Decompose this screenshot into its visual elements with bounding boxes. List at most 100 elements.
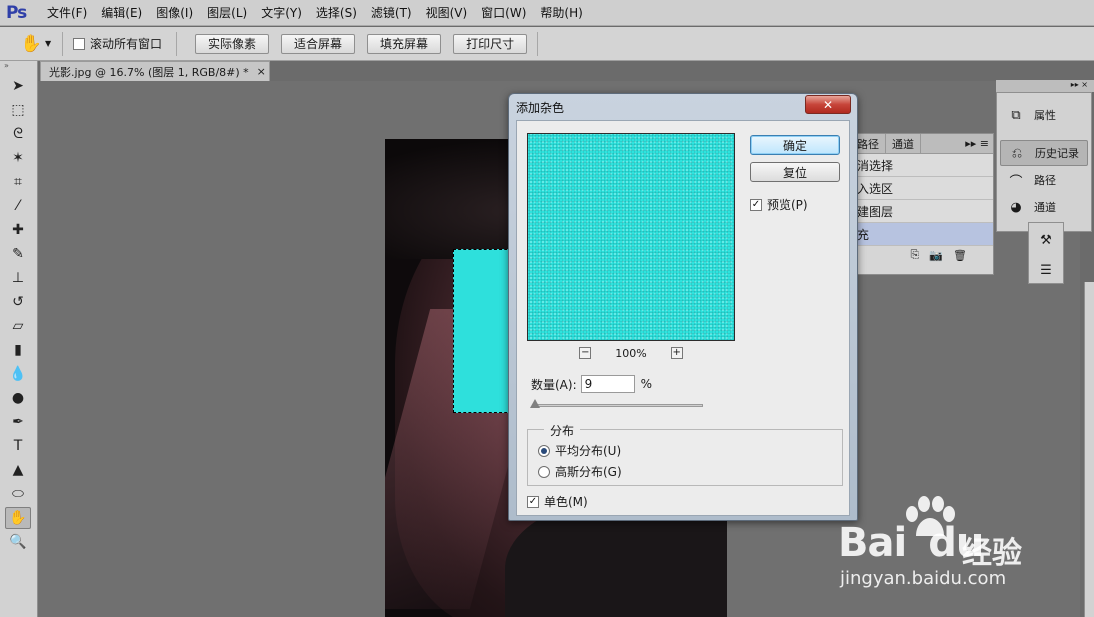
ellipse-tool-icon[interactable]: ⬭ [5, 483, 31, 505]
eyedropper-tool-icon[interactable]: ⁄ [5, 195, 31, 217]
history-row[interactable]: 建图层 [851, 200, 993, 223]
scroll-all-windows-label: 滚动所有窗口 [90, 37, 163, 51]
zoom-out-button[interactable]: − [579, 347, 592, 359]
crop-tool-icon[interactable]: ⌗ [5, 171, 31, 193]
history-row[interactable]: 消选择 [851, 154, 993, 177]
brush-tool-icon[interactable]: ✎ [5, 243, 31, 265]
trash-icon[interactable]: 🗑 [953, 249, 967, 262]
watermark-url: jingyan.baidu.com [840, 568, 1007, 589]
menu-bar: Ps 文件(F) 编辑(E) 图像(I) 图层(L) 文字(Y) 选择(S) 滤… [0, 0, 1094, 26]
blur-tool-icon[interactable]: 💧 [5, 363, 31, 385]
preview-checkbox[interactable]: ✓ 预览(P) [750, 196, 808, 213]
document-tab[interactable]: 光影.jpg @ 16.7% (图层 1, RGB/8#) * × [40, 61, 270, 81]
path-icon: ⌒ [1009, 174, 1023, 190]
amount-slider-track[interactable] [533, 404, 703, 407]
uniform-radio[interactable]: 平均分布(U) [538, 442, 621, 459]
right-dock: ⧉ 属性 ⎌ 历史记录 ⌒ 路径 ◕ 通道 [996, 92, 1092, 232]
history-row[interactable]: 入选区 [851, 177, 993, 200]
menu-image[interactable]: 图像(I) [149, 4, 200, 21]
history-icon: ⎌ [1011, 145, 1023, 161]
gaussian-label: 高斯分布(G) [555, 465, 622, 479]
hand-tool-icon[interactable]: ✋ [5, 507, 31, 529]
history-row-selected[interactable]: 充 [851, 223, 993, 246]
menu-file[interactable]: 文件(F) [40, 4, 94, 21]
document-title: 光影.jpg @ 16.7% (图层 1, RGB/8#) * [49, 65, 249, 79]
dock-item-label: 属性 [1034, 109, 1056, 122]
dock-item-label: 通道 [1034, 201, 1056, 214]
watermark-cn: 经验 [962, 536, 1022, 571]
marquee-tool-icon[interactable]: ⬚ [5, 99, 31, 121]
reset-button[interactable]: 复位 [750, 162, 840, 182]
menu-type[interactable]: 文字(Y) [254, 4, 309, 21]
print-size-button[interactable]: 打印尺寸 [453, 33, 528, 54]
checkbox-box[interactable] [73, 37, 85, 50]
uniform-label: 平均分布(U) [555, 444, 622, 458]
move-tool-icon[interactable]: ➤ [5, 75, 31, 97]
healing-brush-tool-icon[interactable]: ✚ [5, 219, 31, 241]
history-panel-footer: ⎘ 📷 🗑 [851, 246, 993, 264]
new-document-icon[interactable]: ⎘ [911, 248, 920, 262]
distribution-label: 分布 [544, 422, 581, 439]
dock-item-properties[interactable]: ⧉ 属性 [1000, 102, 1088, 128]
dock-item-label: 历史记录 [1035, 147, 1079, 160]
radio-circle[interactable] [538, 465, 550, 478]
zoom-level: 100% [615, 346, 647, 360]
lasso-tool-icon[interactable]: ᘓ [5, 123, 31, 145]
menu-window[interactable]: 窗口(W) [474, 4, 533, 21]
channels-icon: ◕ [1010, 199, 1022, 215]
menu-view[interactable]: 视图(V) [419, 4, 475, 21]
clone-stamp-tool-icon[interactable]: ⊥ [5, 267, 31, 289]
tab-channels[interactable]: 通道 [886, 133, 921, 154]
radio-circle[interactable] [538, 444, 550, 457]
adjustments-icon[interactable]: ☰ [1029, 257, 1063, 283]
history-panel-tabs: 路径 通道 ▸▸ ≡ [851, 133, 993, 154]
edge-dock [1084, 282, 1094, 617]
app-logo: Ps [6, 2, 27, 23]
amount-slider-thumb[interactable] [530, 399, 540, 408]
menu-help[interactable]: 帮助(H) [533, 4, 589, 21]
history-brush-tool-icon[interactable]: ↺ [5, 291, 31, 313]
zoom-tool-icon[interactable]: 🔍 [5, 531, 31, 553]
panel-menu-icon[interactable]: ▸▸ ≡ [965, 137, 993, 150]
menu-edit[interactable]: 编辑(E) [94, 4, 149, 21]
snapshot-camera-icon[interactable]: 📷 [929, 249, 943, 262]
type-tool-icon[interactable]: T [5, 435, 31, 457]
tools-panel: » ➤ ⬚ ᘓ ✶ ⌗ ⁄ ✚ ✎ ⊥ ↺ ▱ ▮ 💧 ● ✒ T ▲ ⬭ ✋ … [0, 61, 38, 617]
ok-button[interactable]: 确定 [750, 135, 840, 155]
fit-screen-button[interactable]: 适合屏幕 [281, 33, 356, 54]
pen-tool-icon[interactable]: ✒ [5, 411, 31, 433]
dock-item-history[interactable]: ⎌ 历史记录 [1000, 140, 1088, 166]
dock-collapse-icon[interactable]: ▸▸ × [996, 80, 1094, 92]
menu-select[interactable]: 选择(S) [309, 4, 364, 21]
tool-presets-icon[interactable]: ⚒ [1029, 227, 1063, 253]
radio-selected-dot [541, 447, 547, 454]
dodge-tool-icon[interactable]: ● [5, 387, 31, 409]
gradient-tool-icon[interactable]: ▮ [5, 339, 31, 361]
baidu-jingyan-watermark: Bai du 经验 jingyan.baidu.com [838, 492, 1038, 592]
amount-row: 数量(A): 9 % [531, 375, 652, 393]
gaussian-radio[interactable]: 高斯分布(G) [538, 463, 622, 480]
zoom-in-button[interactable]: + [670, 347, 683, 359]
monochromatic-checkbox[interactable]: ✓ 单色(M) [527, 493, 588, 510]
options-bar: ✋ ▼ 滚动所有窗口 实际像素 适合屏幕 填充屏幕 打印尺寸 [0, 27, 1094, 61]
noise-preview[interactable] [527, 133, 735, 341]
magic-wand-tool-icon[interactable]: ✶ [5, 147, 31, 169]
eraser-tool-icon[interactable]: ▱ [5, 315, 31, 337]
menu-filter[interactable]: 滤镜(T) [364, 4, 419, 21]
path-selection-tool-icon[interactable]: ▲ [5, 459, 31, 481]
dock-item-paths[interactable]: ⌒ 路径 [1000, 167, 1088, 193]
checkbox-box[interactable]: ✓ [750, 198, 762, 211]
amount-input[interactable]: 9 [580, 375, 635, 393]
dialog-title: 添加杂色 [516, 101, 565, 115]
fill-screen-button[interactable]: 填充屏幕 [367, 33, 442, 54]
actual-pixels-button[interactable]: 实际像素 [195, 33, 270, 54]
hand-tool-preset-icon[interactable]: ✋ ▼ [16, 31, 56, 57]
distribution-group: 分布 平均分布(U) 高斯分布(G) [527, 422, 843, 486]
dock-item-channels[interactable]: ◕ 通道 [1000, 194, 1088, 220]
scroll-all-windows-checkbox[interactable]: 滚动所有窗口 [73, 35, 162, 52]
panel-collapse-icon[interactable]: » [0, 61, 37, 73]
checkbox-box[interactable]: ✓ [527, 495, 539, 508]
menu-layer[interactable]: 图层(L) [200, 4, 254, 21]
dialog-close-button[interactable]: ✕ [805, 95, 851, 114]
close-document-icon[interactable]: × [257, 65, 266, 78]
